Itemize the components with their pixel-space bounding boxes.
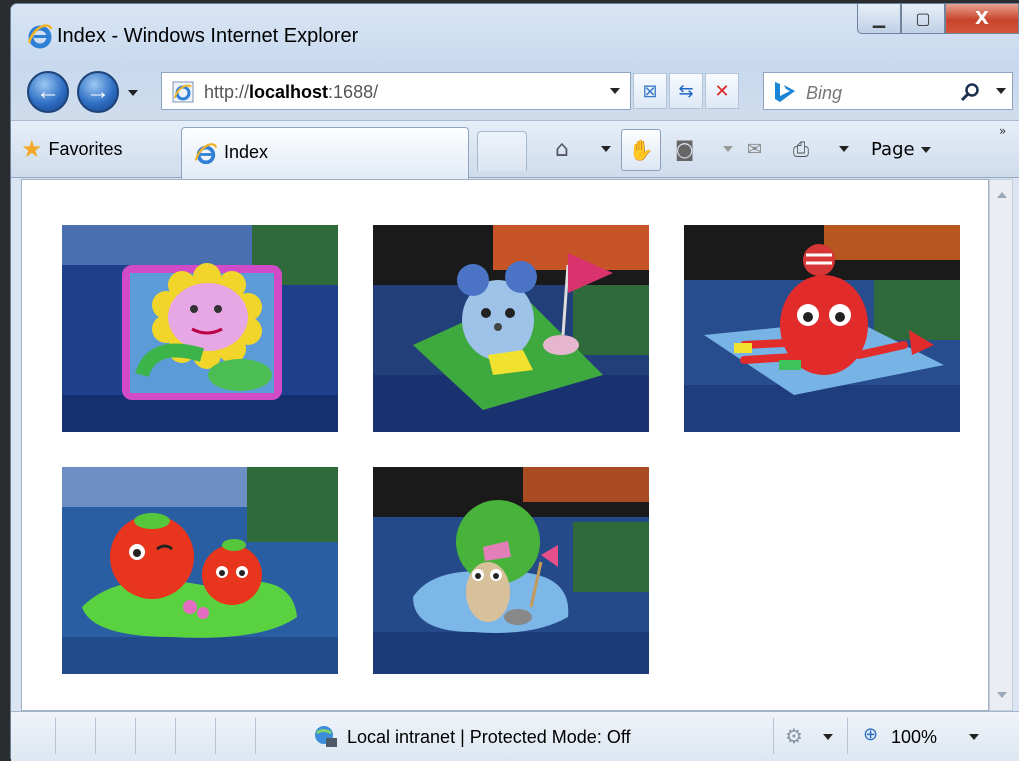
status-divider xyxy=(135,718,136,754)
address-url: http://localhost:1688/ xyxy=(204,82,379,102)
search-placeholder: Bing xyxy=(806,83,843,103)
print-button[interactable]: ⎙ xyxy=(793,131,809,167)
bing-logo-icon xyxy=(775,82,795,102)
home-dropdown-icon[interactable] xyxy=(601,146,611,152)
add-ons-dropdown-icon[interactable] xyxy=(823,734,833,740)
zoom-level[interactable]: 100% xyxy=(891,727,937,748)
clay-sunflower-photo[interactable] xyxy=(62,225,338,432)
back-arrow-icon: ← xyxy=(36,78,60,105)
new-tab-button[interactable] xyxy=(477,131,527,171)
rss-feed-icon: ◙ xyxy=(675,137,695,161)
maximize-button[interactable]: ▢ xyxy=(901,4,945,34)
vertical-scrollbar[interactable] xyxy=(989,179,1013,711)
window-title: Index - Windows Internet Explorer xyxy=(57,25,359,47)
close-button[interactable]: X xyxy=(945,4,1019,34)
page-menu-button[interactable]: Page xyxy=(871,131,931,167)
chevron-more-icon[interactable]: » xyxy=(999,123,1006,139)
status-divider xyxy=(175,718,176,754)
page-icon xyxy=(172,81,194,103)
read-mail-button[interactable]: ✉ xyxy=(747,131,762,167)
forward-arrow-icon: → xyxy=(86,78,110,105)
status-divider xyxy=(215,718,216,754)
intranet-zone-icon xyxy=(315,726,337,747)
status-divider xyxy=(55,718,56,754)
star-icon: ★ xyxy=(21,135,43,163)
recent-pages-dropdown-icon[interactable] xyxy=(128,90,138,96)
page-menu-label: Page xyxy=(871,138,915,160)
clay-mouse-photo[interactable] xyxy=(373,225,649,432)
home-button[interactable]: ⌂ xyxy=(555,131,569,167)
search-icon[interactable] xyxy=(960,82,980,102)
favorites-button[interactable]: ★ Favorites xyxy=(21,131,123,167)
home-icon: ⌂ xyxy=(555,136,569,162)
scroll-down-icon[interactable] xyxy=(997,692,1007,698)
ie-logo-icon xyxy=(27,24,53,49)
feeds-button[interactable]: ◙ xyxy=(675,131,694,167)
page-content xyxy=(21,179,989,711)
ie-tab-icon xyxy=(194,143,218,165)
address-bar[interactable]: http://localhost:1688/ xyxy=(161,72,631,110)
status-bar: Local intranet | Protected Mode: Off ⚙ ⊕… xyxy=(11,711,1019,761)
forward-button[interactable]: → xyxy=(77,71,119,113)
printer-icon: ⎙ xyxy=(793,137,809,161)
refresh-button[interactable]: ⇆ xyxy=(669,73,703,109)
hand-icon: ✋ xyxy=(628,138,654,162)
minimize-button[interactable]: ▁ xyxy=(857,4,901,34)
feeds-dropdown-icon[interactable] xyxy=(723,146,733,152)
tab-label: Index xyxy=(224,142,269,162)
clay-strawberries-photo[interactable] xyxy=(62,467,338,674)
page-dropdown-icon xyxy=(920,147,931,153)
window-controls: ▁ ▢ X xyxy=(857,4,1019,38)
clay-snail-photo[interactable] xyxy=(373,467,649,674)
security-zone-text[interactable]: Local intranet | Protected Mode: Off xyxy=(347,727,631,748)
status-divider xyxy=(847,718,848,754)
status-divider xyxy=(773,718,774,754)
add-ons-icon[interactable]: ⚙ xyxy=(785,724,803,748)
navigation-bar: ← → http://localhost:1688/ ⊠ ⇆ ✕ Bing xyxy=(11,64,1019,120)
back-button[interactable]: ← xyxy=(27,71,69,113)
mail-icon: ✉ xyxy=(747,138,763,160)
search-box[interactable]: Bing xyxy=(763,72,1013,110)
compatibility-view-icon: ⊠ xyxy=(642,80,658,102)
search-dropdown-icon[interactable] xyxy=(996,88,1006,94)
scroll-up-icon[interactable] xyxy=(997,192,1007,198)
favorites-label: Favorites xyxy=(48,138,123,159)
title-bar: Index - Windows Internet Explorer ▁ ▢ X xyxy=(11,4,1019,62)
print-dropdown-icon[interactable] xyxy=(839,146,849,152)
compatibility-view-button[interactable]: ⊠ xyxy=(633,73,667,109)
tab-index[interactable]: Index xyxy=(181,127,469,179)
zoom-magnifier-icon: ⊕ xyxy=(863,724,879,745)
stop-button[interactable]: ✕ xyxy=(705,73,739,109)
browser-window: Index - Windows Internet Explorer ▁ ▢ X … xyxy=(10,3,1019,761)
favorites-bar: ★ Favorites Index ⌂ ✋ ◙ ✉ ⎙ Page » xyxy=(11,120,1019,179)
hand-tool-button[interactable]: ✋ xyxy=(621,129,661,171)
status-divider xyxy=(255,718,256,754)
stop-icon: ✕ xyxy=(714,80,730,102)
refresh-icon: ⇆ xyxy=(678,80,694,102)
status-divider xyxy=(95,718,96,754)
address-dropdown-icon[interactable] xyxy=(610,88,620,94)
clay-octopus-photo[interactable] xyxy=(684,225,960,432)
zoom-dropdown-icon[interactable] xyxy=(969,734,979,740)
